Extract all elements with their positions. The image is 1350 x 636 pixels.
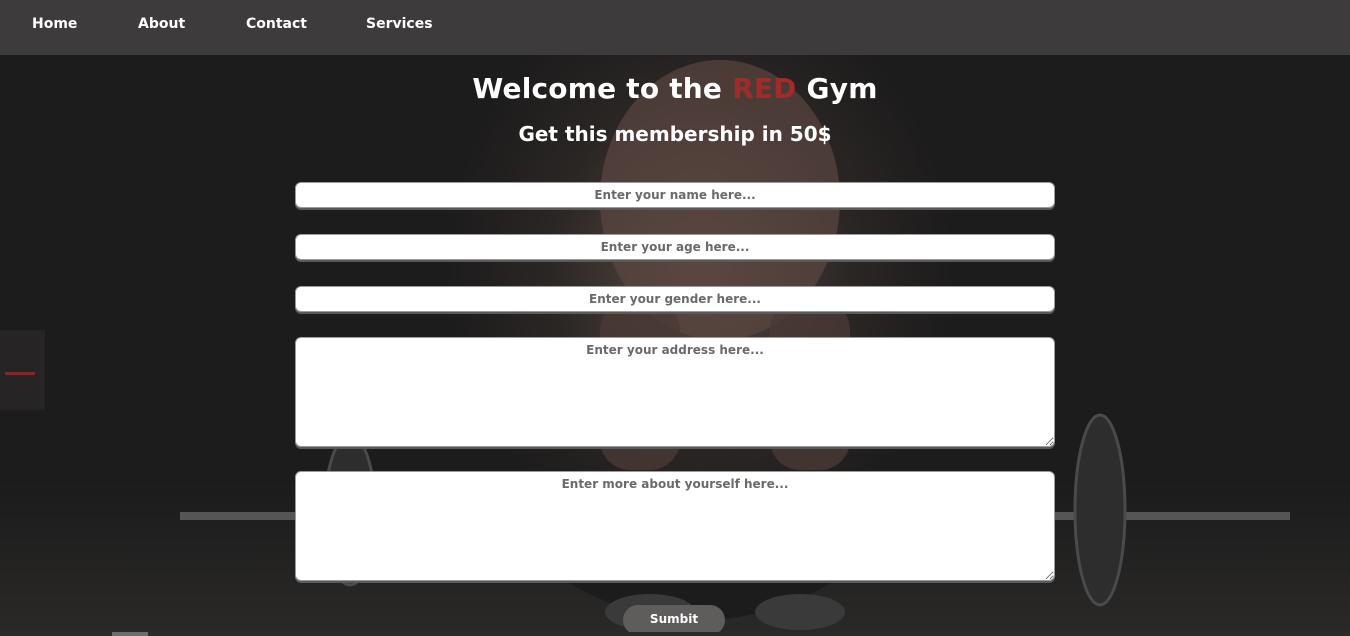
horizontal-scrollbar-track[interactable] — [0, 632, 1350, 636]
age-input[interactable] — [295, 234, 1055, 260]
page-title: Welcome to the RED Gym — [0, 72, 1350, 105]
about-yourself-textarea[interactable] — [295, 471, 1055, 581]
page-subtitle: Get this membership in 50$ — [518, 122, 832, 146]
membership-form-section: Welcome to the RED Gym Get this membersh… — [0, 0, 1350, 636]
title-suffix: Gym — [796, 72, 878, 105]
address-textarea[interactable] — [295, 337, 1055, 447]
title-prefix: Welcome to the — [472, 72, 733, 105]
gender-input[interactable] — [295, 286, 1055, 312]
horizontal-scrollbar-thumb[interactable] — [112, 632, 148, 636]
name-input[interactable] — [295, 182, 1055, 208]
submit-button[interactable]: Sumbit — [623, 605, 725, 635]
title-highlight-red: RED — [732, 72, 797, 105]
